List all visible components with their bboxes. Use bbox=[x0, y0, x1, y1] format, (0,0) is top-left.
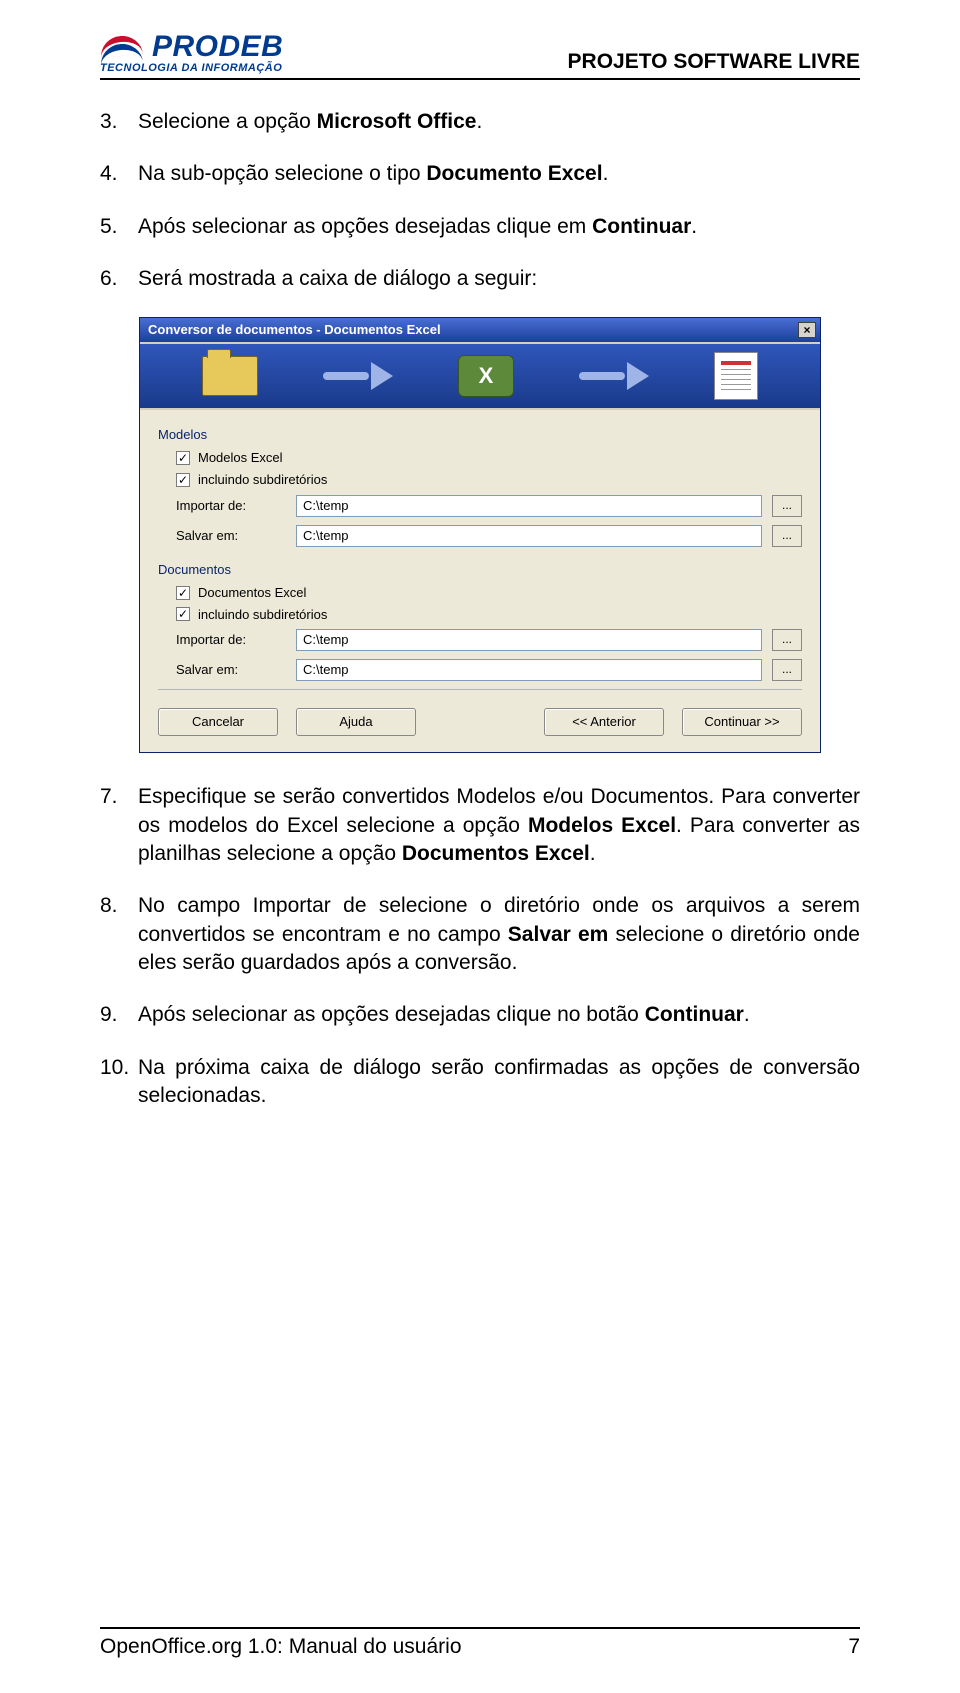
dialog-titlebar: Conversor de documentos - Documentos Exc… bbox=[140, 318, 820, 342]
step-text: Na próxima caixa de diálogo serão confir… bbox=[138, 1054, 860, 1111]
step-text: Na sub-opção selecione o tipo bbox=[138, 162, 426, 185]
step-9: 9. Após selecionar as opções desejadas c… bbox=[100, 1001, 860, 1029]
step-bold: Documento Excel bbox=[426, 162, 602, 185]
salvar-em-input-docs[interactable]: C:\temp bbox=[296, 659, 762, 681]
arrow-icon bbox=[579, 364, 649, 388]
step-number: 5. bbox=[100, 213, 138, 241]
salvar-label: Salvar em: bbox=[176, 527, 286, 545]
importar-label: Importar de: bbox=[176, 631, 286, 649]
ajuda-button[interactable]: Ajuda bbox=[296, 708, 416, 736]
checkbox-label: Modelos Excel bbox=[198, 449, 283, 467]
step-bold: Documentos Excel bbox=[402, 842, 590, 865]
step-number: 6. bbox=[100, 265, 138, 293]
content: 3. Selecione a opção Microsoft Office. 4… bbox=[100, 108, 860, 1110]
importar-de-input-modelos[interactable]: C:\temp bbox=[296, 495, 762, 517]
group-documentos-label: Documentos bbox=[158, 561, 802, 579]
step-5: 5. Após selecionar as opções desejadas c… bbox=[100, 213, 860, 241]
logo: PRODEB TECNOLOGIA DA INFORMAÇÃO bbox=[100, 30, 283, 74]
salvar-label: Salvar em: bbox=[176, 661, 286, 679]
project-title: PROJETO SOFTWARE LIVRE bbox=[568, 50, 860, 74]
browse-button[interactable]: ... bbox=[772, 659, 802, 681]
step-bold: Continuar bbox=[592, 215, 691, 238]
folder-icon bbox=[202, 356, 258, 396]
step-4: 4. Na sub-opção selecione o tipo Documen… bbox=[100, 160, 860, 188]
step-bold: Modelos Excel bbox=[528, 814, 676, 837]
step-number: 3. bbox=[100, 108, 138, 136]
divider bbox=[158, 689, 802, 690]
dialog-banner: X bbox=[140, 342, 820, 410]
step-3: 3. Selecione a opção Microsoft Office. bbox=[100, 108, 860, 136]
checkbox-incluir-sub-modelos[interactable]: ✓ bbox=[176, 473, 190, 487]
group-modelos-label: Modelos bbox=[158, 426, 802, 444]
step-number: 4. bbox=[100, 160, 138, 188]
step-text: Após selecionar as opções desejadas cliq… bbox=[138, 215, 592, 238]
step-8: 8. No campo Importar de selecione o dire… bbox=[100, 892, 860, 977]
excel-icon: X bbox=[458, 355, 514, 397]
importar-de-input-docs[interactable]: C:\temp bbox=[296, 629, 762, 651]
step-text: . bbox=[590, 842, 596, 865]
step-number: 10. bbox=[100, 1054, 138, 1111]
step-text: . bbox=[691, 215, 697, 238]
step-7: 7. Especifique se serão convertidos Mode… bbox=[100, 783, 860, 868]
step-bold: Salvar em bbox=[508, 923, 609, 946]
step-number: 7. bbox=[100, 783, 138, 868]
browse-button[interactable]: ... bbox=[772, 629, 802, 651]
page-header: PRODEB TECNOLOGIA DA INFORMAÇÃO PROJETO … bbox=[100, 30, 860, 80]
converter-dialog: Conversor de documentos - Documentos Exc… bbox=[139, 317, 821, 753]
importar-label: Importar de: bbox=[176, 497, 286, 515]
step-bold: Continuar bbox=[645, 1003, 744, 1026]
logo-swoosh-icon bbox=[100, 30, 144, 64]
anterior-button[interactable]: << Anterior bbox=[544, 708, 664, 736]
checkbox-label: Documentos Excel bbox=[198, 584, 306, 602]
checkbox-documentos-excel[interactable]: ✓ bbox=[176, 586, 190, 600]
arrow-icon bbox=[323, 364, 393, 388]
page-footer: OpenOffice.org 1.0: Manual do usuário 7 bbox=[100, 1627, 860, 1659]
cancelar-button[interactable]: Cancelar bbox=[158, 708, 278, 736]
step-text: . bbox=[744, 1003, 750, 1026]
step-text: Após selecionar as opções desejadas cliq… bbox=[138, 1003, 645, 1026]
document-icon bbox=[714, 352, 758, 400]
checkbox-incluir-sub-docs[interactable]: ✓ bbox=[176, 607, 190, 621]
checkbox-label: incluindo subdiretórios bbox=[198, 606, 327, 624]
checkbox-modelos-excel[interactable]: ✓ bbox=[176, 451, 190, 465]
step-text: Será mostrada a caixa de diálogo a segui… bbox=[138, 265, 860, 293]
step-bold: Microsoft Office bbox=[317, 110, 477, 133]
step-text: . bbox=[603, 162, 609, 185]
page-number: 7 bbox=[848, 1635, 860, 1659]
footer-left: OpenOffice.org 1.0: Manual do usuário bbox=[100, 1635, 462, 1659]
step-text: Selecione a opção bbox=[138, 110, 317, 133]
browse-button[interactable]: ... bbox=[772, 495, 802, 517]
step-6: 6. Será mostrada a caixa de diálogo a se… bbox=[100, 265, 860, 293]
browse-button[interactable]: ... bbox=[772, 525, 802, 547]
step-number: 9. bbox=[100, 1001, 138, 1029]
step-number: 8. bbox=[100, 892, 138, 977]
logo-text: PRODEB bbox=[152, 30, 283, 64]
salvar-em-input-modelos[interactable]: C:\temp bbox=[296, 525, 762, 547]
checkbox-label: incluindo subdiretórios bbox=[198, 471, 327, 489]
dialog-title: Conversor de documentos - Documentos Exc… bbox=[148, 321, 441, 339]
close-button[interactable]: × bbox=[798, 322, 816, 338]
step-text: . bbox=[477, 110, 483, 133]
step-10: 10. Na próxima caixa de diálogo serão co… bbox=[100, 1054, 860, 1111]
continuar-button[interactable]: Continuar >> bbox=[682, 708, 802, 736]
